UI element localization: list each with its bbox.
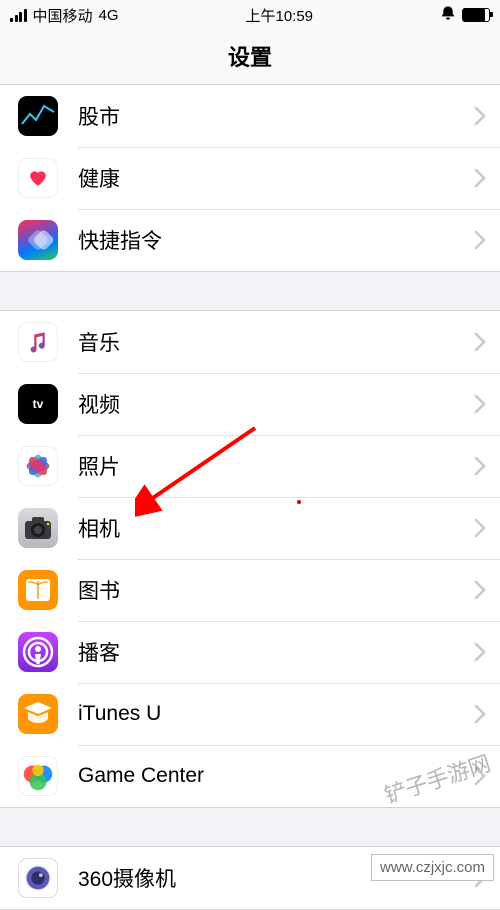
360cam-icon: [18, 858, 58, 898]
settings-item-label: 播客: [78, 637, 474, 667]
chevron-right-icon: [474, 394, 486, 414]
page-title: 设置: [0, 30, 500, 85]
network-label: 4G: [99, 7, 119, 24]
settings-item-itunesu[interactable]: iTunes U: [0, 683, 500, 745]
settings-item-label: 股市: [78, 101, 474, 131]
settings-item-label: Game Center: [78, 764, 474, 788]
clock-label: 上午10:59: [245, 5, 313, 26]
settings-item-shortcuts[interactable]: 快捷指令: [0, 209, 500, 271]
settings-item-label: 照片: [78, 451, 474, 481]
settings-item-photos[interactable]: 照片: [0, 435, 500, 497]
settings-item-label: 相机: [78, 513, 474, 543]
battery-icon: [462, 8, 490, 22]
chevron-right-icon: [474, 230, 486, 250]
books-icon: [18, 570, 58, 610]
settings-item-label: 图书: [78, 575, 474, 605]
itunesu-icon: [18, 694, 58, 734]
podcast-icon: [18, 632, 58, 672]
settings-group-2: 音乐 tv 视频 照片: [0, 310, 500, 808]
chevron-right-icon: [474, 168, 486, 188]
health-icon: [18, 158, 58, 198]
carrier-label: 中国移动: [33, 5, 93, 26]
chevron-right-icon: [474, 332, 486, 352]
settings-item-gamecenter[interactable]: Game Center: [0, 745, 500, 807]
settings-item-music[interactable]: 音乐: [0, 311, 500, 373]
settings-item-stocks[interactable]: 股市: [0, 85, 500, 147]
settings-item-label: iTunes U: [78, 702, 474, 726]
settings-item-360cam[interactable]: 360摄像机: [0, 847, 500, 909]
stocks-icon: [18, 96, 58, 136]
chevron-right-icon: [474, 704, 486, 724]
settings-item-podcast[interactable]: 播客: [0, 621, 500, 683]
settings-item-label: 音乐: [78, 327, 474, 357]
chevron-right-icon: [474, 456, 486, 476]
chevron-right-icon: [474, 868, 486, 888]
chevron-right-icon: [474, 642, 486, 662]
signal-icon: [10, 9, 27, 22]
gamecenter-icon: [18, 756, 58, 796]
photos-icon: [18, 446, 58, 486]
shortcuts-icon: [18, 220, 58, 260]
status-bar: 中国移动 4G 上午10:59: [0, 0, 500, 30]
settings-item-label: 视频: [78, 389, 474, 419]
music-icon: [18, 322, 58, 362]
chevron-right-icon: [474, 766, 486, 786]
video-icon: tv: [18, 384, 58, 424]
settings-item-video[interactable]: tv 视频: [0, 373, 500, 435]
alarm-icon: [440, 5, 456, 25]
status-left: 中国移动 4G: [10, 5, 119, 26]
settings-item-health[interactable]: 健康: [0, 147, 500, 209]
settings-item-label: 快捷指令: [78, 225, 474, 255]
chevron-right-icon: [474, 106, 486, 126]
settings-item-books[interactable]: 图书: [0, 559, 500, 621]
settings-item-label: 健康: [78, 163, 474, 193]
chevron-right-icon: [474, 580, 486, 600]
settings-item-camera[interactable]: 相机: [0, 497, 500, 559]
settings-group-1: 股市 健康 快捷指令: [0, 85, 500, 272]
status-right: [440, 5, 490, 25]
chevron-right-icon: [474, 518, 486, 538]
camera-icon: [18, 508, 58, 548]
settings-group-3: 360摄像机: [0, 846, 500, 910]
